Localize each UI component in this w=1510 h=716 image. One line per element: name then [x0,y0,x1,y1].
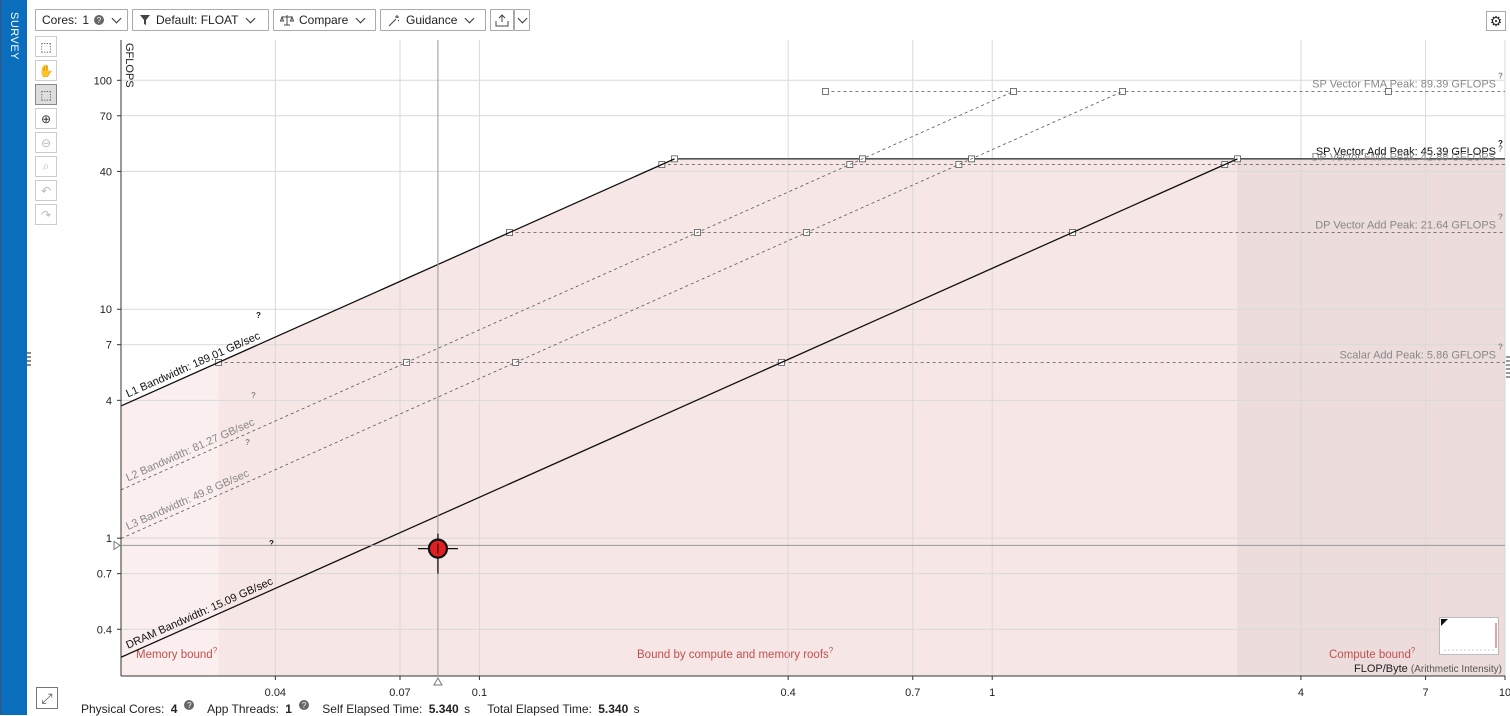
help-icon[interactable]: ? [1498,145,1503,154]
expand-button[interactable]: ⤢ [36,687,58,709]
y-tick-label: 40 [100,166,112,178]
x-tick-label: 0.04 [265,687,286,699]
physical-cores-value: 4 [170,701,178,716]
y-tick-label: 100 [94,75,112,87]
help-icon[interactable]: ? [1498,212,1503,221]
y-tick-label: 4 [106,395,112,407]
help-icon[interactable]: ? [251,391,256,400]
self-elapsed-label: Self Elapsed Time: [322,701,423,716]
roofline-chart[interactable]: Memory bound? Bound by compute and memory… [0,0,1510,700]
self-elapsed-value: 5.340 [428,701,459,716]
region-label: Compute bound? [1329,646,1416,661]
x-tick-label: 0.7 [905,687,920,699]
total-elapsed-label: Total Elapsed Time: [487,701,592,716]
x-tick-label: 0.1 [472,687,487,699]
help-icon[interactable]: ? [829,646,834,655]
compute-roof-label: DP Vector FMA Peak: 42.88 GFLOPS [1312,152,1496,164]
crosshair-x-marker [433,676,443,686]
help-icon[interactable]: ? [256,311,261,320]
compute-roof-label: Scalar Add Peak: 5.86 GFLOPS [1339,349,1496,361]
x-axis-label: FLOP/Byte (Arithmetic Intensity) [1354,663,1502,675]
compute-roof-label: DP Vector Add Peak: 21.64 GFLOPS [1315,219,1496,231]
status-footer: Physical Cores: 4? App Threads: 1? Self … [81,700,643,716]
y-tick-label: 0.7 [97,569,112,581]
help-icon[interactable]: ? [298,700,309,710]
x-axis-note: (Arithmetic Intensity) [1411,664,1502,675]
help-icon[interactable]: ? [245,438,250,447]
app-threads-label: App Threads: [207,701,279,716]
compute-roof-label: SP Vector FMA Peak: 89.39 GFLOPS [1312,78,1496,90]
physical-cores-label: Physical Cores: [81,701,165,716]
region-label: Memory bound? [136,646,218,661]
help-icon[interactable]: ? [1498,342,1503,351]
x-tick-label: 4 [1298,687,1304,699]
total-elapsed-value: 5.340 [598,701,629,716]
total-elapsed-unit: s [633,701,640,716]
help-icon[interactable]: ? [1411,646,1416,655]
expand-icon: ⤢ [41,689,53,706]
x-tick-label: 0.07 [389,687,410,699]
help-icon[interactable]: ? [269,539,274,548]
y-tick-label: 10 [100,304,112,316]
y-tick-label: 1 [106,533,112,545]
bound-regions: Memory bound? Bound by compute and memory… [121,40,1505,676]
y-axis-label: GFLOPS [123,43,135,88]
chart-minimap[interactable] [1439,617,1499,655]
crosshair-y-marker [113,540,121,551]
x-tick-label: 7 [1423,687,1429,699]
x-tick-label: 0.4 [781,687,796,699]
y-tick-label: 0.4 [97,624,112,636]
help-icon[interactable]: ? [1498,71,1503,80]
y-tick-label: 7 [106,340,112,352]
roof-intersection-marker [822,88,829,95]
x-tick-label: 1 [989,687,995,699]
y-tick-label: 70 [100,111,112,123]
minimap-thumbnail [1441,619,1497,651]
help-icon[interactable]: ? [213,646,218,655]
self-elapsed-unit: s [464,701,471,716]
app-threads-value: 1 [285,701,292,716]
x-tick-label: 10 [1499,687,1510,699]
help-icon[interactable]: ? [184,700,195,710]
region-label: Bound by compute and memory roofs? [637,646,834,661]
